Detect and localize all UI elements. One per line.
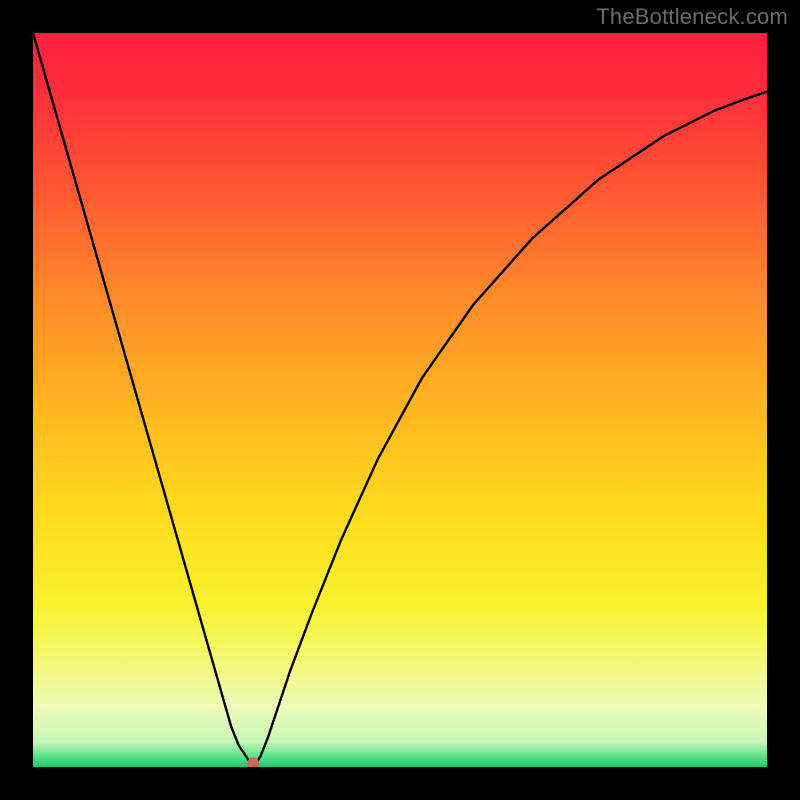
- chart-svg: [33, 33, 767, 767]
- plot-area: [33, 33, 767, 767]
- gradient-background: [33, 33, 767, 767]
- chart-frame: TheBottleneck.com: [0, 0, 800, 800]
- watermark-text: TheBottleneck.com: [596, 4, 788, 30]
